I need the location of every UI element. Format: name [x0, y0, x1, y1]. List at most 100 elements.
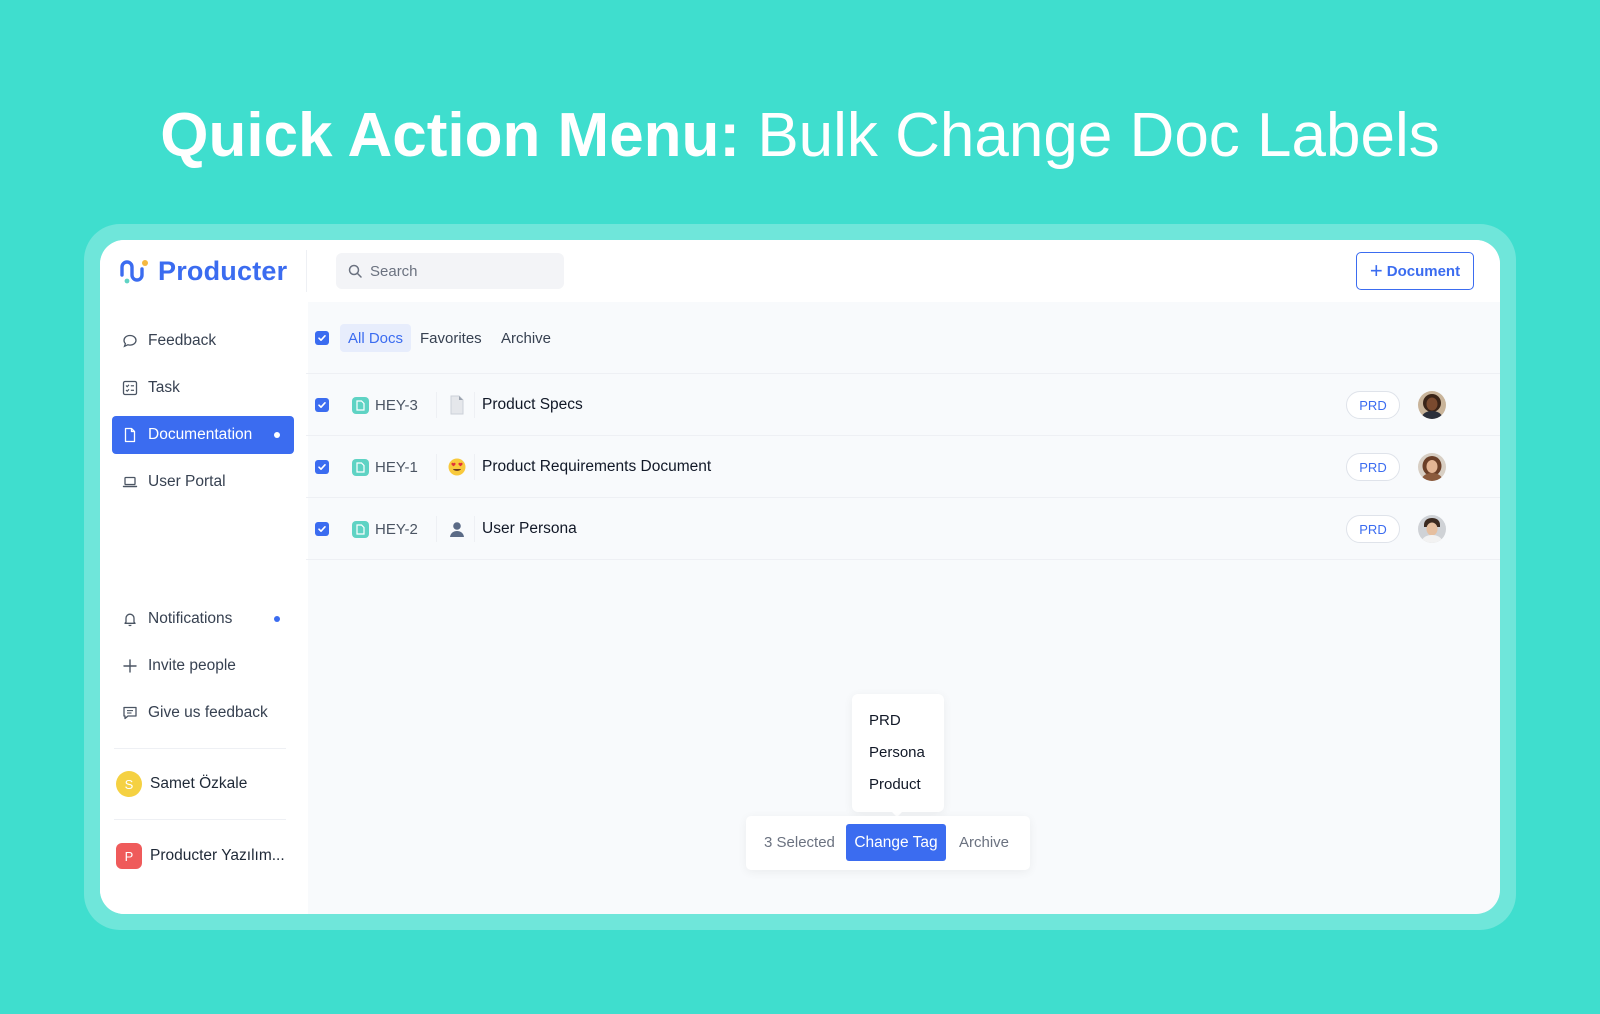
- doc-type-icon: [352, 458, 369, 476]
- row-checkbox[interactable]: [315, 398, 329, 412]
- sidebar-item-feedback[interactable]: Feedback: [112, 322, 294, 360]
- doc-type-icon: [352, 520, 369, 538]
- doc-type-icon: [352, 396, 369, 414]
- header-divider: [306, 250, 307, 292]
- search-placeholder: Search: [370, 262, 418, 280]
- user-account[interactable]: S Samet Özkale: [116, 770, 247, 798]
- checklist-icon: [122, 380, 138, 396]
- plus-icon: [123, 659, 137, 673]
- add-document-label: Document: [1386, 262, 1461, 280]
- app-logo[interactable]: Producter: [118, 254, 287, 288]
- row-divider: [436, 516, 437, 542]
- user-name: Samet Özkale: [150, 775, 248, 792]
- select-all-checkbox[interactable]: [315, 331, 329, 345]
- sidebar-item-label: Feedback: [148, 332, 217, 349]
- add-document-button[interactable]: + Document: [1356, 252, 1474, 290]
- row-checkbox[interactable]: [315, 460, 329, 474]
- row-divider: [436, 392, 437, 418]
- sidebar-item-documentation[interactable]: Documentation: [112, 416, 294, 454]
- sidebar-item-notifications[interactable]: Notifications: [112, 600, 294, 638]
- check-icon: [318, 402, 326, 408]
- doc-id-label: HEY-2: [375, 520, 418, 538]
- producter-logo-icon: [120, 260, 148, 284]
- sidebar-item-task[interactable]: Task: [112, 369, 294, 407]
- check-icon: [318, 464, 326, 470]
- sidebar-divider: [114, 819, 286, 820]
- selected-count: 3 Selected: [764, 834, 835, 851]
- doc-title[interactable]: Product Specs: [482, 394, 583, 416]
- bulk-action-bar: 3 Selected Change Tag Archive: [746, 816, 1030, 870]
- doc-id: HEY-2: [352, 518, 418, 540]
- tab-archive[interactable]: Archive: [493, 324, 559, 352]
- bust-in-silhouette-icon: [450, 522, 464, 537]
- sidebar: Feedback Task Documentation User Portal …: [100, 302, 308, 914]
- doc-id-label: HEY-3: [375, 396, 418, 414]
- page-icon[interactable]: [446, 455, 468, 479]
- doc-tag[interactable]: PRD: [1346, 515, 1400, 543]
- page-icon[interactable]: [446, 517, 468, 541]
- change-tag-button[interactable]: Change Tag: [846, 824, 946, 861]
- sidebar-item-label: Task: [148, 379, 180, 396]
- headline-bold: Quick Action Menu:: [160, 101, 741, 170]
- app-name: Producter: [158, 255, 288, 286]
- doc-id: HEY-1: [352, 456, 418, 478]
- doc-id: HEY-3: [352, 394, 418, 416]
- bell-icon: [124, 613, 136, 627]
- table-row[interactable]: HEY-3 Product Specs PRD: [306, 374, 1500, 436]
- page-facing-up-icon: [450, 395, 464, 415]
- table-row[interactable]: HEY-1 Product Requirements Document PRD: [306, 436, 1500, 498]
- sidebar-item-give-feedback[interactable]: Give us feedback: [112, 694, 294, 732]
- sidebar-item-label: Invite people: [148, 657, 236, 674]
- workspace-switcher[interactable]: P Producter Yazılım...: [116, 842, 285, 870]
- row-divider: [474, 516, 475, 542]
- doc-id-label: HEY-1: [375, 458, 418, 476]
- row-divider: [436, 454, 437, 480]
- doc-title[interactable]: Product Requirements Document: [482, 456, 711, 478]
- sidebar-item-user-portal[interactable]: User Portal: [112, 463, 294, 501]
- search-input[interactable]: Search: [336, 253, 564, 289]
- laptop-icon: [122, 476, 138, 488]
- tag-dropdown-menu: PRD Persona Product: [852, 694, 944, 812]
- tab-favorites[interactable]: Favorites: [412, 324, 490, 352]
- heart-eyes-emoji-icon: [448, 458, 466, 476]
- tab-all-docs[interactable]: All Docs: [340, 324, 412, 352]
- tag-option-persona[interactable]: Persona: [869, 742, 925, 764]
- sidebar-item-label: User Portal: [148, 473, 226, 490]
- check-icon: [318, 526, 326, 532]
- archive-button[interactable]: Archive: [959, 832, 1009, 854]
- search-icon: [348, 264, 362, 278]
- message-square-icon: [123, 706, 137, 720]
- headline: Quick Action Menu: Bulk Change Doc Label…: [0, 96, 1600, 176]
- sidebar-item-label: Documentation: [148, 426, 253, 443]
- app-window: Producter Search + Document Feedback Tas…: [100, 240, 1500, 914]
- table-row[interactable]: HEY-2 User Persona PRD: [306, 498, 1500, 560]
- tag-option-product[interactable]: Product: [869, 774, 921, 796]
- check-icon: [318, 335, 326, 341]
- page-icon[interactable]: [446, 393, 468, 417]
- avatar: S: [116, 771, 142, 797]
- workspace-name: Producter Yazılım...: [150, 847, 285, 864]
- doc-tag[interactable]: PRD: [1346, 453, 1400, 481]
- document-icon: [124, 427, 136, 443]
- sidebar-item-label: Give us feedback: [148, 704, 268, 721]
- active-indicator-dot: [274, 432, 280, 438]
- avatar[interactable]: [1418, 391, 1446, 419]
- sidebar-item-label: Notifications: [148, 610, 233, 627]
- doc-tag[interactable]: PRD: [1346, 391, 1400, 419]
- sidebar-item-invite-people[interactable]: Invite people: [112, 647, 294, 685]
- avatar[interactable]: [1418, 515, 1446, 543]
- row-checkbox[interactable]: [315, 522, 329, 536]
- row-divider: [474, 392, 475, 418]
- top-bar: Producter Search + Document: [100, 240, 1500, 302]
- plus-icon: +: [1369, 258, 1383, 283]
- tag-option-prd[interactable]: PRD: [869, 710, 901, 732]
- row-divider: [474, 454, 475, 480]
- filter-bar: All Docs Favorites Archive: [306, 302, 1500, 374]
- chat-bubble-icon: [123, 334, 137, 348]
- notification-dot: [274, 616, 280, 622]
- workspace-avatar: P: [116, 843, 142, 869]
- headline-light: Bulk Change Doc Labels: [757, 101, 1440, 170]
- avatar[interactable]: [1418, 453, 1446, 481]
- sidebar-divider: [114, 748, 286, 749]
- doc-title[interactable]: User Persona: [482, 518, 577, 540]
